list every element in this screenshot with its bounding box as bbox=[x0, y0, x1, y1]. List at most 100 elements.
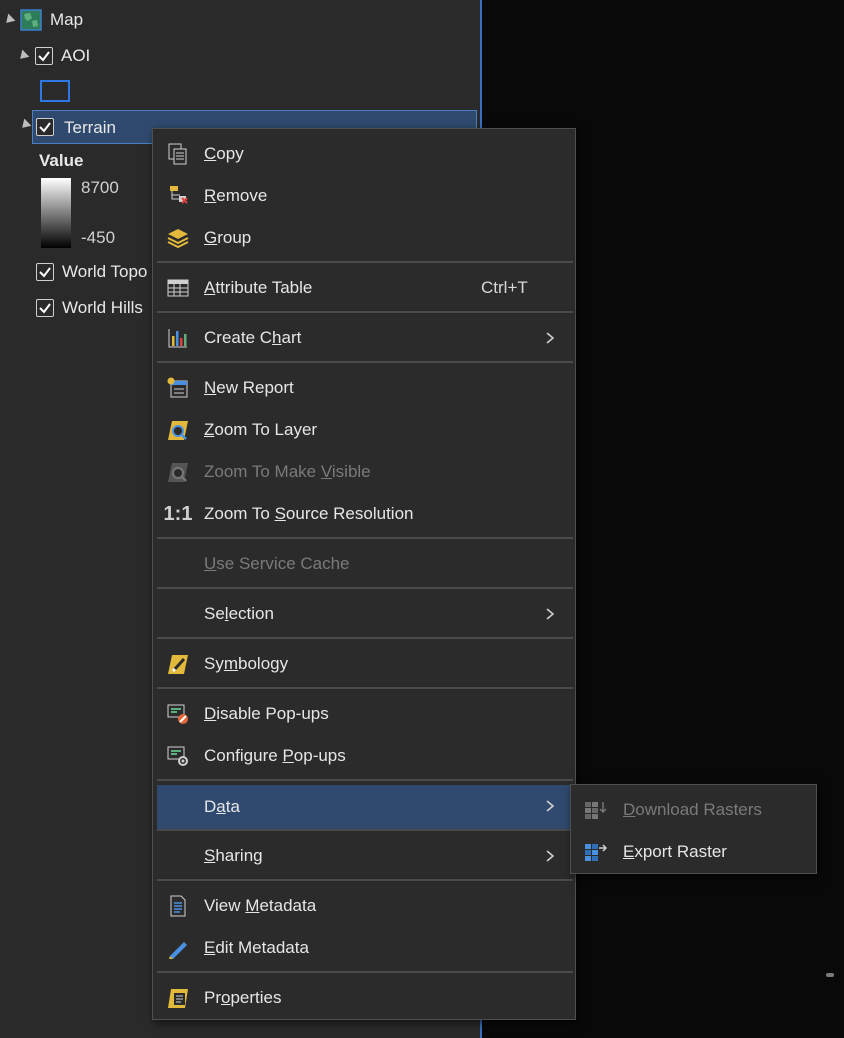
menu-item-download-rasters[interactable]: Download Rasters bbox=[575, 789, 814, 831]
menu-label-use-service-cache: Use Service Cache bbox=[204, 554, 350, 574]
label-rest: xport Raster bbox=[634, 842, 727, 861]
label-rest: ource Resolution bbox=[285, 504, 414, 523]
label-rest: ew Report bbox=[216, 378, 294, 397]
menu-label-disable-popups: Disable Pop-ups bbox=[204, 704, 329, 724]
shortcut-attribute-table: Ctrl+T bbox=[481, 278, 528, 297]
map-icon bbox=[20, 9, 42, 31]
expand-map-icon[interactable] bbox=[2, 13, 16, 27]
layer-label-aoi: AOI bbox=[61, 46, 91, 65]
mnemonic: S bbox=[274, 504, 286, 523]
label-rest: isable Pop-ups bbox=[216, 704, 329, 723]
mnemonic: R bbox=[204, 186, 217, 205]
menu-item-sharing[interactable]: Sharing bbox=[157, 835, 573, 877]
terrain-visibility-checkbox[interactable] bbox=[36, 118, 54, 136]
menu-item-view-metadata[interactable]: View Metadata bbox=[157, 885, 573, 927]
menu-item-new-report[interactable]: New Report bbox=[157, 367, 573, 409]
zoom-to-layer-icon bbox=[165, 418, 191, 442]
menu-label-properties: Properties bbox=[204, 988, 282, 1008]
menu-label-download-rasters: Download Rasters bbox=[623, 800, 762, 820]
menu-label-configure-popups: Configure Pop-ups bbox=[204, 746, 346, 766]
mnemonic: m bbox=[223, 654, 239, 673]
mnemonic: h bbox=[272, 328, 282, 347]
menu-item-group[interactable]: Group bbox=[157, 217, 573, 259]
mnemonic: S bbox=[204, 846, 216, 865]
world-hills-visibility-checkbox[interactable] bbox=[36, 299, 54, 317]
menu-item-configure-popups[interactable]: Configure Pop-ups bbox=[157, 735, 573, 777]
menu-separator bbox=[157, 361, 573, 363]
mnemonic: Z bbox=[204, 420, 215, 439]
menu-label-attribute-table: Attribute Table bbox=[204, 278, 312, 298]
download-rasters-icon bbox=[583, 798, 609, 822]
menu-item-zoom-to-source-resolution[interactable]: 1:1 Zoom To Source Resolution bbox=[157, 493, 573, 535]
menu-item-disable-popups[interactable]: Disable Pop-ups bbox=[157, 693, 573, 735]
chevron-right-icon bbox=[546, 608, 555, 620]
expand-terrain-icon[interactable] bbox=[18, 118, 32, 132]
expand-aoi-icon[interactable] bbox=[16, 49, 30, 63]
chevron-right-icon bbox=[546, 850, 555, 862]
properties-icon bbox=[165, 986, 191, 1010]
label-part: Sy bbox=[204, 654, 224, 673]
layer-row-aoi[interactable]: AOI bbox=[16, 41, 91, 71]
menu-label-create-chart: Create Chart bbox=[204, 328, 301, 348]
mnemonic: P bbox=[282, 746, 294, 765]
menu-item-zoom-to-make-visible[interactable]: Zoom To Make Visible bbox=[157, 451, 573, 493]
menu-label-zoom-to-source-resolution: Zoom To Source Resolution bbox=[204, 504, 413, 524]
mnemonic: E bbox=[623, 842, 635, 861]
menu-item-data[interactable]: Data bbox=[157, 785, 573, 829]
layer-context-menu: Copy Remove Group Attribute Table Ctrl+T… bbox=[152, 128, 576, 1020]
legend-color-ramp bbox=[41, 178, 71, 248]
label-rest: isible bbox=[331, 462, 371, 481]
menu-separator bbox=[157, 637, 573, 639]
label-rest: bology bbox=[238, 654, 289, 673]
map-feature-mark bbox=[826, 973, 834, 977]
menu-label-group: Group bbox=[204, 228, 251, 248]
legend-high-value: 8700 bbox=[81, 178, 119, 197]
layer-label-terrain: Terrain bbox=[64, 118, 116, 137]
mnemonic: U bbox=[204, 554, 217, 573]
label-rest: se Service Cache bbox=[216, 554, 350, 573]
menu-item-selection[interactable]: Selection bbox=[157, 593, 573, 635]
edit-metadata-icon bbox=[165, 936, 191, 960]
menu-separator bbox=[157, 879, 573, 881]
layer-row-world-hills[interactable]: World Hills bbox=[36, 293, 143, 323]
label-rest: emove bbox=[216, 186, 268, 205]
menu-item-remove[interactable]: Remove bbox=[157, 175, 573, 217]
aoi-symbol-swatch[interactable] bbox=[40, 80, 70, 102]
attribute-table-icon bbox=[165, 276, 191, 300]
label-rest: dit Metadata bbox=[215, 938, 309, 957]
menu-item-export-raster[interactable]: Export Raster bbox=[575, 831, 814, 873]
remove-layer-icon bbox=[165, 184, 191, 208]
menu-item-symbology[interactable]: Symbology bbox=[157, 643, 573, 685]
label-rest: haring bbox=[215, 846, 263, 865]
menu-item-attribute-table[interactable]: Attribute Table Ctrl+T bbox=[157, 267, 573, 309]
menu-separator bbox=[157, 687, 573, 689]
menu-label-remove: Remove bbox=[204, 186, 267, 206]
world-topo-visibility-checkbox[interactable] bbox=[36, 263, 54, 281]
label-part: View bbox=[204, 896, 246, 915]
menu-label-symbology: Symbology bbox=[204, 654, 288, 674]
menu-item-zoom-to-layer[interactable]: Zoom To Layer bbox=[157, 409, 573, 451]
copy-icon bbox=[165, 142, 191, 166]
chevron-right-icon bbox=[546, 332, 555, 344]
label-rest: perties bbox=[230, 988, 282, 1007]
label-rest: opy bbox=[216, 144, 244, 163]
menu-separator bbox=[157, 971, 573, 973]
layer-row-world-topo[interactable]: World Topo bbox=[36, 257, 147, 287]
data-submenu: Download Rasters Export Raster bbox=[570, 784, 817, 874]
label-part: Zoom To Make bbox=[204, 462, 321, 481]
label-rest: art bbox=[281, 328, 302, 347]
menu-item-create-chart[interactable]: Create Chart bbox=[157, 317, 573, 359]
menu-separator bbox=[157, 779, 573, 781]
menu-item-copy[interactable]: Copy bbox=[157, 133, 573, 175]
one-to-one-icon: 1:1 bbox=[163, 502, 193, 525]
label-part: Se bbox=[204, 604, 225, 623]
label-part: Zoom To bbox=[204, 504, 275, 523]
menu-item-use-service-cache[interactable]: Use Service Cache bbox=[157, 543, 573, 585]
label-rest: etadata bbox=[259, 896, 317, 915]
menu-item-edit-metadata[interactable]: Edit Metadata bbox=[157, 927, 573, 969]
chart-icon bbox=[165, 326, 191, 350]
menu-item-properties[interactable]: Properties bbox=[157, 977, 573, 1019]
map-node[interactable]: Map bbox=[2, 5, 83, 35]
aoi-visibility-checkbox[interactable] bbox=[35, 47, 53, 65]
zoom-make-visible-icon bbox=[165, 460, 191, 484]
